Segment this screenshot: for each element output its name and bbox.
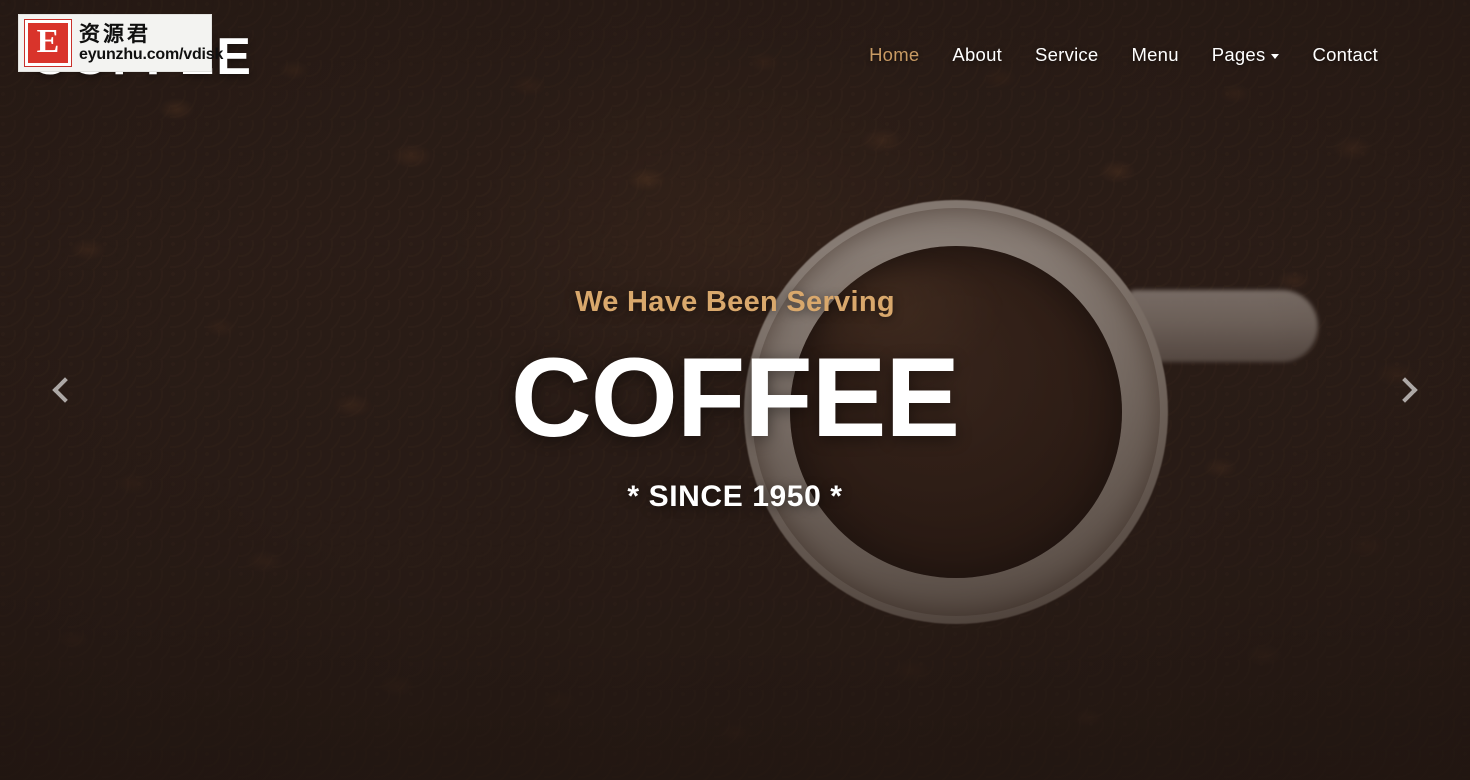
watermark-logo-icon: E: [24, 19, 72, 67]
nav-item-pages[interactable]: Pages: [1212, 44, 1280, 66]
nav-item-home[interactable]: Home: [869, 44, 919, 66]
watermark-overlay: E 资源君 eyunzhu.com/vdisk: [18, 14, 223, 72]
chevron-down-icon: [1271, 54, 1280, 59]
carousel-next-button[interactable]: [1340, 0, 1470, 780]
hero-carousel: COFFEE Home About Service Menu Pages Con…: [0, 0, 1470, 780]
hero-eyebrow: We Have Been Serving: [575, 286, 895, 318]
nav-item-service[interactable]: Service: [1035, 44, 1098, 66]
carousel-prev-button[interactable]: [0, 0, 130, 780]
watermark-url: eyunzhu.com/vdisk: [79, 45, 224, 63]
watermark-text: 资源君 eyunzhu.com/vdisk: [79, 23, 223, 64]
chevron-right-icon: [1392, 377, 1418, 403]
chevron-left-icon: [52, 377, 78, 403]
nav-item-label: About: [952, 44, 1003, 65]
main-navigation: Home About Service Menu Pages Contact: [869, 44, 1378, 66]
nav-item-label: Menu: [1131, 44, 1179, 65]
nav-item-about[interactable]: About: [952, 44, 1002, 66]
hero-title: COFFEE: [510, 334, 960, 460]
watermark-logo-letter: E: [36, 23, 60, 60]
nav-item-label: Pages: [1211, 44, 1266, 65]
nav-item-label: Contact: [1312, 44, 1378, 65]
nav-item-contact[interactable]: Contact: [1312, 44, 1378, 66]
hero-content: We Have Been Serving COFFEE * SINCE 1950…: [0, 285, 1470, 514]
nav-item-menu[interactable]: Menu: [1131, 44, 1178, 66]
nav-item-label: Home: [869, 44, 920, 65]
hero-subtitle: * SINCE 1950 *: [627, 479, 843, 513]
watermark-brand-name: 资源君: [79, 21, 151, 46]
nav-item-label: Service: [1035, 44, 1099, 65]
